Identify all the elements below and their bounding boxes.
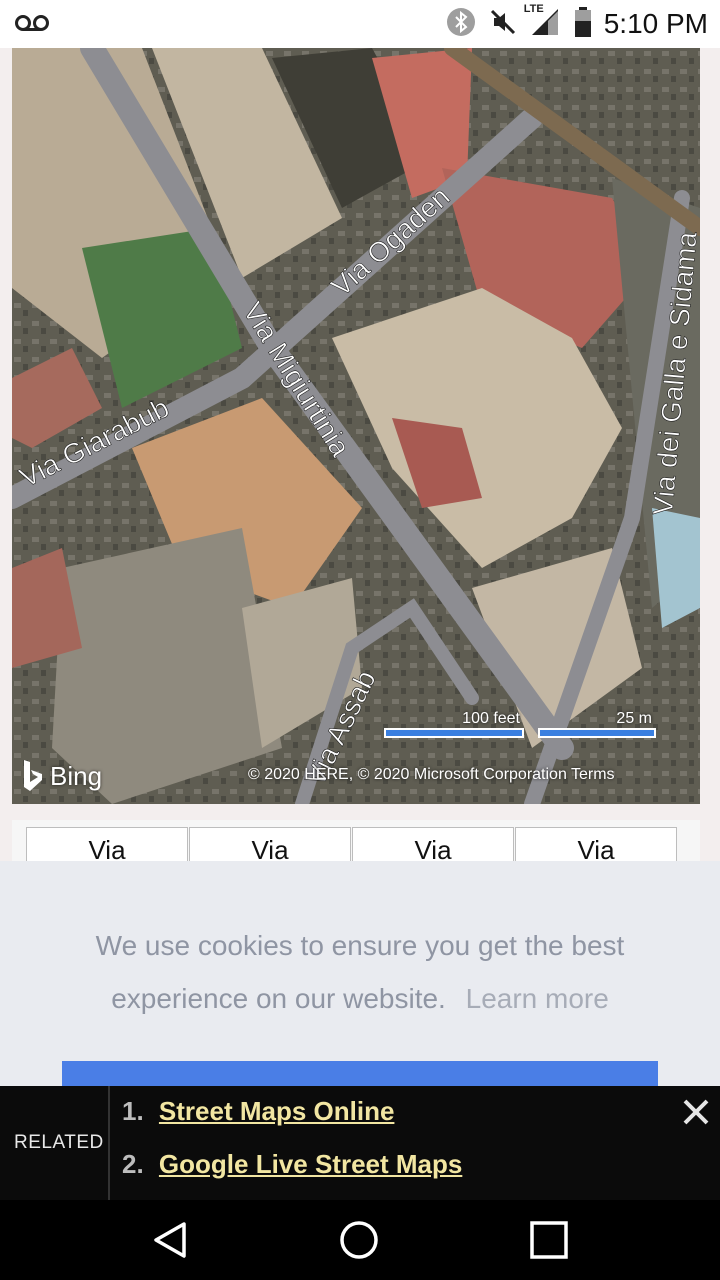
system-nav-bar <box>0 1200 720 1280</box>
network-type: LTE <box>523 2 544 15</box>
related-item-link[interactable]: Street Maps Online <box>159 1096 395 1126</box>
home-icon[interactable] <box>337 1218 381 1262</box>
map-view[interactable]: Via Ogaden Via Migiurtinia Via Giarabub … <box>12 48 700 804</box>
related-item-1[interactable]: 1. Street Maps Online <box>122 1096 394 1127</box>
bluetooth-icon <box>446 7 476 42</box>
bing-label: Bing <box>50 760 103 791</box>
divider <box>108 1086 110 1200</box>
related-item-number: 1. <box>122 1096 144 1126</box>
related-item-number: 2. <box>122 1149 144 1179</box>
related-searches-bar: RELATED 1. Street Maps Online 2. Google … <box>0 1086 720 1200</box>
street-tabs: Via Via Via Via <box>12 820 700 871</box>
bing-logo[interactable]: Bing <box>22 760 102 792</box>
battery-icon <box>574 6 592 42</box>
satellite-map[interactable]: Via Ogaden Via Migiurtinia Via Giarabub … <box>12 48 700 804</box>
clock: 5:10 PM <box>603 8 708 39</box>
scale-feet-label: 100 feet <box>462 710 520 727</box>
mute-icon <box>488 7 518 42</box>
recents-icon[interactable] <box>527 1218 571 1262</box>
related-label: RELATED <box>14 1132 104 1153</box>
scale-meters-label: 25 m <box>616 710 652 727</box>
voicemail-icon <box>14 12 50 39</box>
status-bar: LTE 5:10 PM <box>0 0 720 48</box>
close-icon[interactable] <box>678 1094 714 1130</box>
learn-more-link[interactable]: Learn more <box>466 983 609 1014</box>
cookie-message: We use cookies to ensure you get the bes… <box>40 919 680 1025</box>
map-attribution[interactable]: © 2020 HERE, © 2020 Microsoft Corporatio… <box>248 766 615 784</box>
bing-icon <box>24 760 42 791</box>
cookie-banner: We use cookies to ensure you get the bes… <box>0 861 720 1101</box>
signal-icon: LTE <box>524 3 562 42</box>
scale-meters: 25 m <box>538 710 656 738</box>
scale-feet: 100 feet <box>384 710 524 738</box>
related-item-2[interactable]: 2. Google Live Street Maps <box>122 1149 462 1180</box>
related-item-link[interactable]: Google Live Street Maps <box>159 1149 462 1179</box>
back-icon[interactable] <box>148 1218 192 1262</box>
